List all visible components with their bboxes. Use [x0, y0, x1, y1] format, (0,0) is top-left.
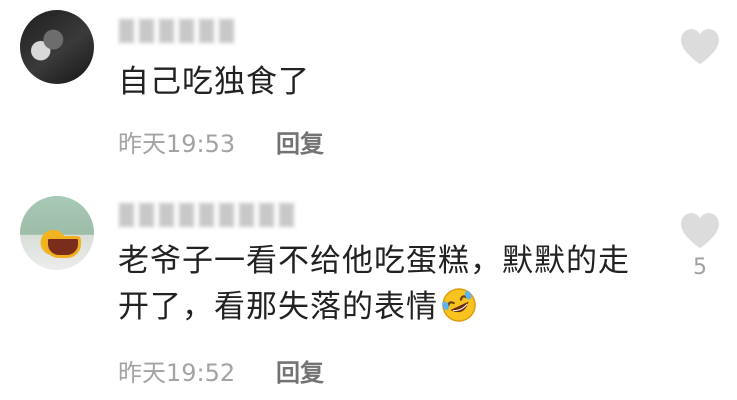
avatar[interactable]: [20, 196, 94, 270]
comment-line: 老爷子一看不给他吃蛋糕，默默的走: [118, 243, 630, 279]
comment-line: 开了，看那失落的表情: [118, 284, 630, 330]
comment-line-text: 开了，看那失落的表情: [118, 289, 438, 325]
reply-button[interactable]: 回复: [276, 353, 324, 388]
like-count: 5: [693, 255, 707, 280]
comment-time: 昨天19:53: [118, 130, 236, 158]
username-blurred[interactable]: [118, 202, 295, 228]
rolling-on-floor-laughing-emoji-icon: [442, 288, 476, 322]
avatar[interactable]: [20, 10, 94, 84]
comment-list: 自己吃独食了 昨天19:53 回复 老爷子一看不给他吃蛋糕，默默的走 开了，看那…: [0, 0, 737, 400]
comment-text: 自己吃独食了: [118, 64, 310, 100]
heart-icon[interactable]: [679, 212, 721, 250]
comment-time: 昨天19:52: [118, 359, 236, 387]
comment-text: 老爷子一看不给他吃蛋糕，默默的走 开了，看那失落的表情: [118, 238, 630, 330]
reply-button[interactable]: 回复: [276, 124, 324, 159]
heart-icon[interactable]: [679, 28, 721, 66]
username-blurred[interactable]: [118, 18, 235, 44]
